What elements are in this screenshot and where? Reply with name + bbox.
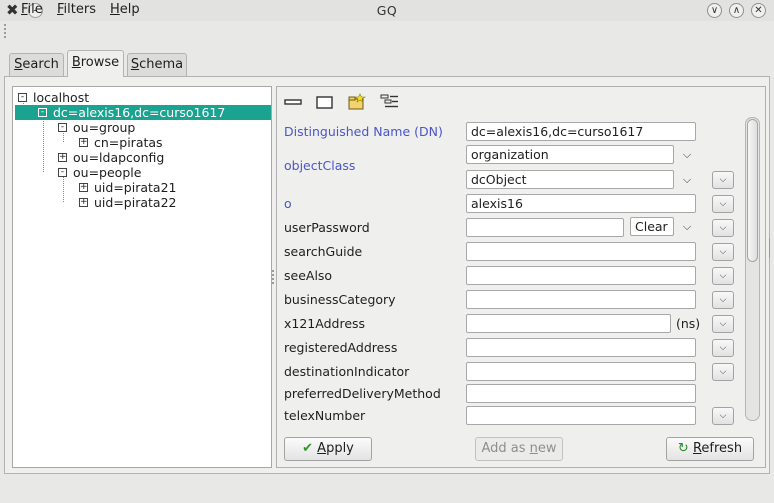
folder-new-icon[interactable] bbox=[347, 93, 367, 111]
refresh-button[interactable]: ↻ Refresh bbox=[666, 437, 754, 461]
add-as-new-button[interactable]: Add as new bbox=[475, 437, 563, 461]
userpassword-more-button[interactable]: ⌵ bbox=[712, 219, 734, 237]
x121address-label: x121Address bbox=[284, 316, 366, 331]
telexnumber-label: telexNumber bbox=[284, 408, 366, 423]
show-attributes-icon[interactable] bbox=[380, 93, 400, 111]
dn-field[interactable]: dc=alexis16,dc=curso1617 bbox=[466, 122, 696, 141]
preferreddeliverymethod-field[interactable] bbox=[466, 384, 696, 403]
objectclass-field-1[interactable]: organization bbox=[466, 145, 674, 164]
tree-node-ou-people[interactable]: - ou=people bbox=[58, 165, 208, 180]
password-hash-select[interactable]: Clear bbox=[630, 217, 674, 236]
expand-icon[interactable]: + bbox=[79, 183, 88, 192]
userpassword-field[interactable] bbox=[466, 218, 624, 237]
collapse-icon[interactable]: - bbox=[58, 123, 67, 132]
collapse-icon[interactable]: - bbox=[38, 108, 47, 117]
destinationindicator-more-button[interactable]: ⌵ bbox=[712, 363, 734, 381]
objectclass-label: objectClass bbox=[284, 158, 356, 173]
collapse-icon[interactable]: - bbox=[58, 168, 67, 177]
registeredaddress-label: registeredAddress bbox=[284, 340, 398, 355]
menu-help[interactable]: Help bbox=[110, 2, 140, 17]
userpassword-label: userPassword bbox=[284, 220, 370, 235]
collapse-all-icon[interactable] bbox=[284, 93, 304, 111]
chevron-down-icon[interactable]: ⌵ bbox=[681, 174, 693, 186]
scrollbar-thumb[interactable] bbox=[747, 119, 758, 262]
telexnumber-more-button[interactable]: ⌵ bbox=[712, 407, 734, 425]
tree-node-ou-group[interactable]: - ou=group bbox=[58, 120, 208, 135]
refresh-icon: ↻ bbox=[677, 441, 689, 456]
searchguide-label: searchGuide bbox=[284, 244, 363, 259]
tree-node-dc-alexis16[interactable]: - dc=alexis16,dc=curso1617 bbox=[15, 105, 271, 120]
tab-schema[interactable]: Schema bbox=[127, 53, 187, 76]
checkmark-icon: ✔ bbox=[302, 441, 314, 456]
objectclass-field-2[interactable]: dcObject bbox=[466, 170, 674, 189]
seealso-field[interactable] bbox=[466, 266, 696, 285]
expand-icon[interactable]: + bbox=[58, 153, 67, 162]
preferreddeliverymethod-label: preferredDeliveryMethod bbox=[284, 386, 441, 401]
businesscategory-field[interactable] bbox=[466, 290, 696, 309]
o-field[interactable]: alexis16 bbox=[466, 194, 696, 213]
menu-file[interactable]: File bbox=[21, 2, 43, 17]
minimize-icon[interactable]: ∨ bbox=[707, 3, 722, 18]
menu-bar bbox=[0, 21, 774, 43]
seealso-more-button[interactable]: ⌵ bbox=[712, 267, 734, 285]
window-edge-grip bbox=[769, 238, 772, 258]
apply-button[interactable]: ✔ Apply bbox=[284, 437, 372, 461]
businesscategory-more-button[interactable]: ⌵ bbox=[712, 291, 734, 309]
telexnumber-field[interactable] bbox=[466, 406, 696, 425]
searchguide-more-button[interactable]: ⌵ bbox=[712, 243, 734, 261]
maximize-icon[interactable]: ∧ bbox=[729, 3, 744, 18]
expand-icon[interactable]: + bbox=[79, 198, 88, 207]
tree-node-ou-ldapconfig[interactable]: + ou=ldapconfig bbox=[58, 150, 208, 165]
pane-splitter[interactable] bbox=[272, 270, 275, 284]
menu-filters[interactable]: Filters bbox=[57, 2, 96, 17]
x121address-field[interactable] bbox=[466, 314, 671, 333]
registeredaddress-field[interactable] bbox=[466, 338, 696, 357]
tab-browse[interactable]: Browse bbox=[67, 50, 124, 77]
expand-icon[interactable]: + bbox=[79, 138, 88, 147]
tree-node-localhost[interactable]: - localhost bbox=[18, 90, 218, 105]
tree-node-uid-pirata22[interactable]: + uid=pirata22 bbox=[79, 195, 229, 210]
searchguide-field[interactable] bbox=[466, 242, 696, 261]
dn-label: Distinguished Name (DN) bbox=[284, 124, 443, 139]
o-label: o bbox=[284, 196, 292, 211]
status-bar bbox=[0, 474, 774, 503]
destinationindicator-field[interactable] bbox=[466, 362, 696, 381]
x121address-suffix: (ns) bbox=[676, 316, 701, 331]
businesscategory-label: businessCategory bbox=[284, 292, 396, 307]
new-entry-icon[interactable] bbox=[315, 93, 335, 111]
chevron-down-icon[interactable]: ⌵ bbox=[681, 221, 693, 233]
objectclass-more-button[interactable]: ⌵ bbox=[712, 171, 734, 189]
seealso-label: seeAlso bbox=[284, 268, 333, 283]
o-more-button[interactable]: ⌵ bbox=[712, 195, 734, 213]
x121address-more-button[interactable]: ⌵ bbox=[712, 315, 734, 333]
chevron-down-icon[interactable]: ⌵ bbox=[681, 149, 693, 161]
destinationindicator-label: destinationIndicator bbox=[284, 364, 410, 379]
menu-grip bbox=[4, 24, 7, 38]
tree-node-cn-piratas[interactable]: + cn=piratas bbox=[79, 135, 229, 150]
collapse-icon[interactable]: - bbox=[18, 93, 27, 102]
ldap-tree[interactable]: - localhost - dc=alexis16,dc=curso1617 -… bbox=[12, 86, 272, 468]
close-icon[interactable]: ✕ bbox=[751, 3, 766, 18]
tab-search[interactable]: Search bbox=[9, 53, 64, 76]
tree-node-uid-pirata21[interactable]: + uid=pirata21 bbox=[79, 180, 229, 195]
registeredaddress-more-button[interactable]: ⌵ bbox=[712, 339, 734, 357]
